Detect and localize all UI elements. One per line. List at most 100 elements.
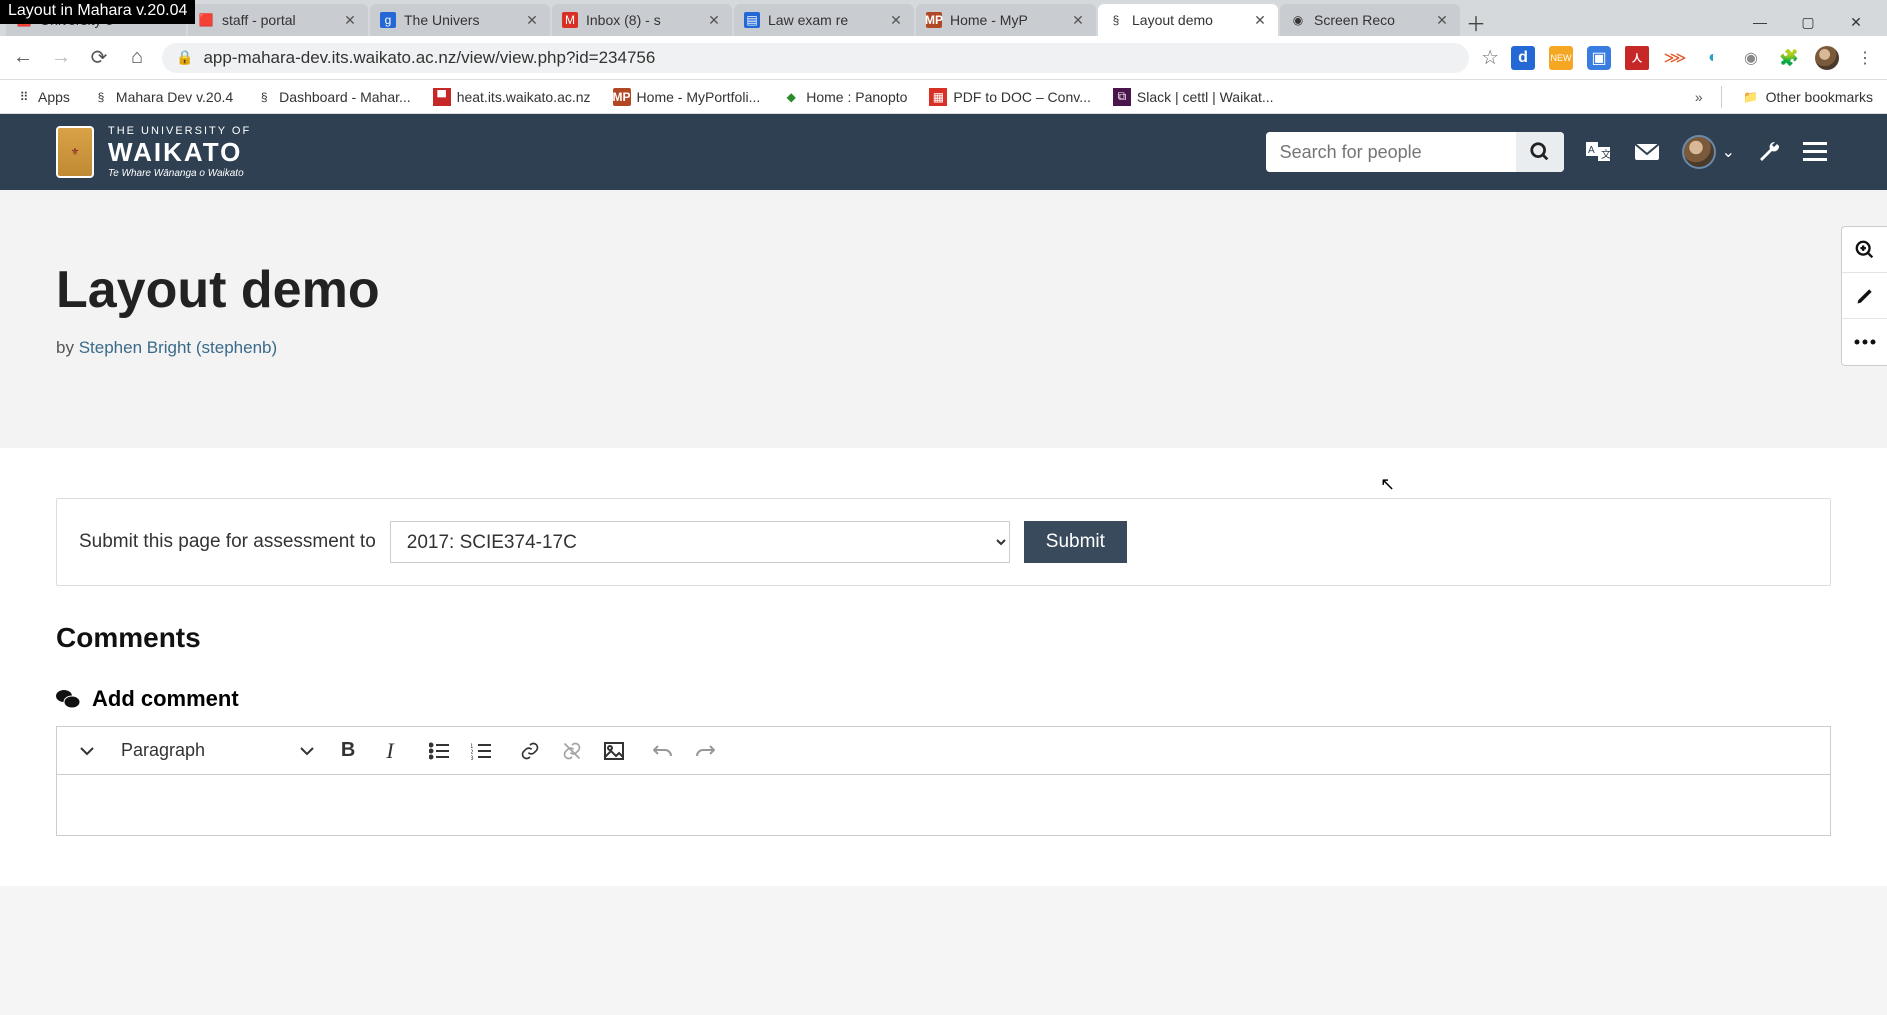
bookmark-item[interactable]: ▦ PDF to DOC – Conv... bbox=[921, 84, 1098, 110]
page-body: Layout demo by Stephen Bright (stephenb)… bbox=[0, 190, 1887, 886]
link-button[interactable] bbox=[512, 733, 548, 769]
close-icon[interactable]: ✕ bbox=[1252, 12, 1268, 28]
url-bar[interactable]: 🔒 app-mahara-dev.its.waikato.ac.nz/view/… bbox=[162, 43, 1469, 73]
apps-button[interactable]: ⠿ Apps bbox=[6, 84, 78, 110]
user-menu[interactable]: ⌄ bbox=[1682, 135, 1735, 169]
close-window-button[interactable]: ✕ bbox=[1839, 8, 1873, 36]
maximize-button[interactable]: ▢ bbox=[1791, 8, 1825, 36]
lock-icon: 🔒 bbox=[176, 49, 193, 66]
extension-icon[interactable]: NEW bbox=[1549, 46, 1573, 70]
close-icon[interactable]: ✕ bbox=[888, 12, 904, 28]
extension-icon[interactable]: ⋙ bbox=[1663, 46, 1687, 70]
format-select-label: Paragraph bbox=[121, 740, 205, 761]
search-input[interactable] bbox=[1266, 132, 1516, 172]
close-icon[interactable]: ✕ bbox=[524, 12, 540, 28]
logo-line-1: THE UNIVERSITY OF bbox=[108, 125, 251, 137]
extension-icon[interactable]: ▣ bbox=[1587, 46, 1611, 70]
bookmark-star-icon[interactable]: ☆ bbox=[1481, 45, 1499, 70]
page-title: Layout demo bbox=[56, 260, 1831, 320]
bullet-list-icon bbox=[429, 742, 449, 760]
extensions-puzzle-icon[interactable]: 🧩 bbox=[1777, 46, 1801, 70]
undo-icon bbox=[653, 743, 673, 759]
bullet-list-button[interactable] bbox=[421, 733, 457, 769]
redo-button[interactable] bbox=[687, 733, 723, 769]
add-comment-label: Add comment bbox=[92, 686, 239, 712]
back-button[interactable]: ← bbox=[10, 45, 36, 71]
extension-icon[interactable]: ◐ bbox=[1701, 46, 1725, 70]
wrench-icon bbox=[1757, 140, 1781, 164]
browser-tab[interactable]: 🟥 staff - portal ✕ bbox=[188, 4, 368, 36]
bold-button[interactable]: B bbox=[330, 733, 366, 769]
browser-tab[interactable]: g The Univers ✕ bbox=[370, 4, 550, 36]
assessment-select[interactable]: 2017: SCIE374-17C bbox=[390, 521, 1010, 563]
profile-avatar-icon[interactable] bbox=[1815, 46, 1839, 70]
bookmark-item[interactable]: MP Home - MyPortfoli... bbox=[605, 84, 769, 110]
main-menu-button[interactable] bbox=[1803, 142, 1827, 162]
site-logo[interactable]: ⚜ THE UNIVERSITY OF WAIKATO Te Whare Wān… bbox=[56, 125, 251, 179]
browser-tab[interactable]: MP Home - MyP ✕ bbox=[916, 4, 1096, 36]
undo-button[interactable] bbox=[645, 733, 681, 769]
language-icon[interactable]: A文 bbox=[1586, 142, 1612, 162]
new-tab-button[interactable]: ＋ bbox=[1462, 8, 1490, 36]
admin-tools-icon[interactable] bbox=[1757, 140, 1781, 164]
bookmark-item[interactable]: § Mahara Dev v.20.4 bbox=[84, 84, 241, 110]
svg-text:A: A bbox=[1588, 145, 1595, 156]
tab-title: Screen Reco bbox=[1314, 12, 1426, 28]
submit-button[interactable]: Submit bbox=[1024, 521, 1127, 563]
editor-content[interactable] bbox=[57, 775, 1830, 835]
browser-menu-icon[interactable]: ⋮ bbox=[1853, 46, 1877, 70]
search-icon bbox=[1529, 141, 1551, 163]
redo-icon bbox=[695, 743, 715, 759]
numbered-list-icon: 123 bbox=[471, 742, 491, 760]
logo-line-2: WAIKATO bbox=[108, 137, 251, 168]
reload-button[interactable]: ⟳ bbox=[86, 45, 112, 71]
bookmark-item[interactable]: § Dashboard - Mahar... bbox=[247, 84, 419, 110]
browser-tab-active[interactable]: § Layout demo ✕ bbox=[1098, 4, 1278, 36]
zoom-in-button[interactable] bbox=[1842, 227, 1887, 273]
close-icon[interactable]: ✕ bbox=[1434, 12, 1450, 28]
minimize-button[interactable]: — bbox=[1743, 8, 1777, 36]
page-header-zone: Layout demo by Stephen Bright (stephenb) bbox=[0, 190, 1887, 448]
favicon-icon: § bbox=[255, 88, 273, 106]
comments-icon bbox=[56, 688, 80, 710]
favicon-icon: g bbox=[380, 12, 396, 28]
forward-button[interactable]: → bbox=[48, 45, 74, 71]
link-icon bbox=[520, 741, 540, 761]
format-select[interactable]: Paragraph bbox=[111, 740, 324, 761]
search-button[interactable] bbox=[1516, 132, 1564, 172]
editor-toolbar: Paragraph B I 123 bbox=[57, 727, 1830, 775]
browser-tab[interactable]: M Inbox (8) - s ✕ bbox=[552, 4, 732, 36]
unlink-button[interactable] bbox=[554, 733, 590, 769]
chevron-down-icon bbox=[300, 746, 314, 756]
extension-icon[interactable]: d bbox=[1511, 46, 1535, 70]
favicon-icon: 🟥 bbox=[198, 12, 214, 28]
home-button[interactable]: ⌂ bbox=[124, 45, 150, 71]
image-button[interactable] bbox=[596, 733, 632, 769]
more-options-button[interactable] bbox=[1842, 319, 1887, 365]
close-icon[interactable]: ✕ bbox=[1070, 12, 1086, 28]
bookmark-item[interactable]: ⧉ Slack | cettl | Waikat... bbox=[1105, 84, 1282, 110]
svg-text:3: 3 bbox=[471, 756, 474, 760]
browser-tab[interactable]: ▤ Law exam re ✕ bbox=[734, 4, 914, 36]
gdocs-icon: ▤ bbox=[744, 12, 760, 28]
content-zone: Submit this page for assessment to 2017:… bbox=[0, 448, 1887, 886]
author-link[interactable]: Stephen Bright (stephenb) bbox=[79, 338, 277, 357]
browser-tab[interactable]: ◉ Screen Reco ✕ bbox=[1280, 4, 1460, 36]
bookmark-item[interactable]: ◆ Home : Panopto bbox=[774, 84, 915, 110]
bookmarks-overflow-icon[interactable]: » bbox=[1689, 89, 1709, 105]
editor-more-button[interactable] bbox=[69, 733, 105, 769]
italic-button[interactable]: I bbox=[372, 733, 408, 769]
add-comment-header: Add comment bbox=[56, 686, 1831, 712]
numbered-list-button[interactable]: 123 bbox=[463, 733, 499, 769]
other-bookmarks-button[interactable]: 📁 Other bookmarks bbox=[1734, 84, 1881, 110]
close-icon[interactable]: ✕ bbox=[706, 12, 722, 28]
pdf-extension-icon[interactable]: 人 bbox=[1625, 46, 1649, 70]
inbox-icon[interactable] bbox=[1634, 142, 1660, 162]
bookmark-label: PDF to DOC – Conv... bbox=[953, 89, 1090, 105]
bookmark-item[interactable]: ▀ heat.its.waikato.ac.nz bbox=[425, 84, 599, 110]
bookmark-label: Mahara Dev v.20.4 bbox=[116, 89, 233, 105]
envelope-icon bbox=[1634, 142, 1660, 162]
close-icon[interactable]: ✕ bbox=[342, 12, 358, 28]
edit-page-button[interactable] bbox=[1842, 273, 1887, 319]
extension-icon[interactable]: ◉ bbox=[1739, 46, 1763, 70]
